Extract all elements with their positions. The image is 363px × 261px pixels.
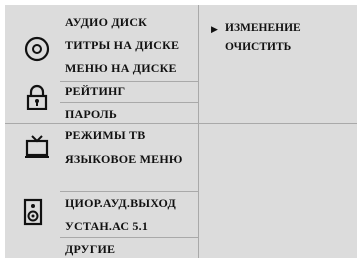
- selection-marker: ▶: [211, 24, 218, 34]
- menu-item-digital-audio-out[interactable]: ЦИОР.АУД.ВЫХОД: [65, 196, 176, 211]
- setup-menu-panel: АУДИО ДИСК ТИТРЫ НА ДИСКЕ МЕНЮ НА ДИСКЕ …: [5, 5, 357, 258]
- padlock-icon: [23, 84, 51, 111]
- disc-icon: [23, 35, 51, 63]
- group-separator: [5, 123, 357, 124]
- menu-item-tv-modes[interactable]: РЕЖИМЫ ТВ: [65, 128, 145, 143]
- menu-item-speaker-setup[interactable]: УСТАН.АС 5.1: [65, 219, 148, 234]
- column-divider: [198, 5, 199, 101]
- submenu-item-change[interactable]: ИЗМЕНЕНИЕ: [225, 22, 301, 34]
- menu-item-language-menu[interactable]: ЯЗЫКОВОЕ МЕНЮ: [65, 152, 183, 167]
- column-divider-lower: [198, 101, 199, 258]
- menu-item-audio-disc[interactable]: АУДИО ДИСК: [65, 15, 147, 30]
- group-separator: [60, 191, 198, 192]
- menu-item-rating[interactable]: РЕЙТИНГ: [65, 84, 125, 99]
- menu-item-disc-menu[interactable]: МЕНЮ НА ДИСКЕ: [65, 61, 177, 76]
- lock-row-separator: [60, 102, 198, 103]
- menu-item-password[interactable]: ПАРОЛЬ: [65, 107, 117, 122]
- menu-item-other[interactable]: ДРУГИЕ: [65, 242, 115, 257]
- group-separator: [60, 237, 198, 238]
- group-separator: [60, 81, 198, 82]
- speaker-icon: [23, 198, 45, 226]
- tv-icon: [23, 133, 51, 161]
- submenu-item-clear[interactable]: ОЧИСТИТЬ: [225, 41, 291, 53]
- menu-item-disc-subtitles[interactable]: ТИТРЫ НА ДИСКЕ: [65, 38, 179, 53]
